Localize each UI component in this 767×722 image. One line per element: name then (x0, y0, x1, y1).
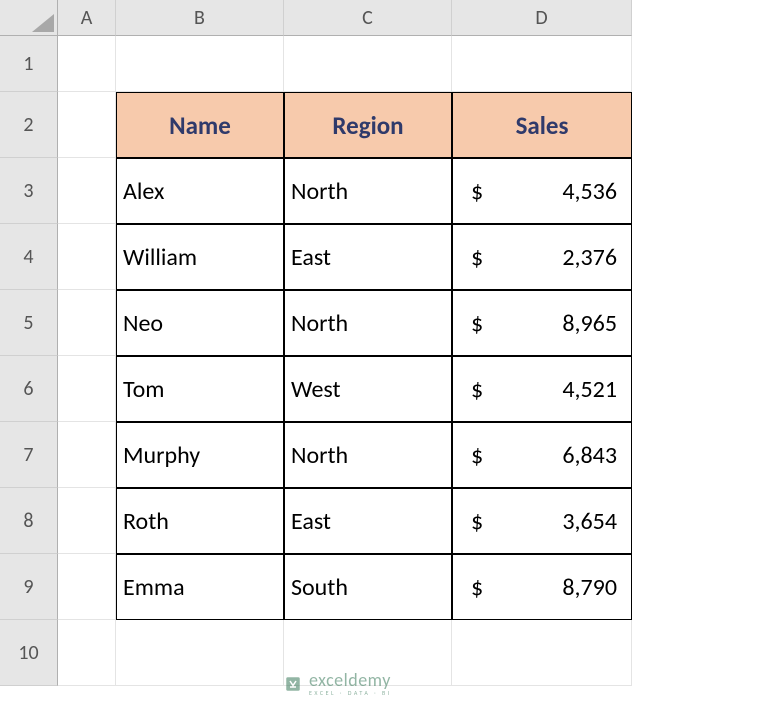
cell-d1[interactable] (452, 36, 632, 92)
currency-symbol: $ (471, 441, 483, 470)
col-header-d[interactable]: D (452, 0, 632, 36)
cell-a1[interactable] (58, 36, 116, 92)
cell-name[interactable]: Tom (116, 356, 284, 422)
cell-sales[interactable]: $ 8,965 (452, 290, 632, 356)
sales-amount: 8,965 (562, 309, 617, 338)
currency-symbol: $ (471, 507, 483, 536)
col-header-a[interactable]: A (58, 0, 116, 36)
row-header-2[interactable]: 2 (0, 92, 58, 158)
row-header-4[interactable]: 4 (0, 224, 58, 290)
cell-a4[interactable] (58, 224, 116, 290)
spreadsheet-grid: A B C D 1 2 Name Region Sales 3 Alex Nor… (0, 0, 767, 686)
currency-symbol: $ (471, 573, 483, 602)
sales-amount: 6,843 (562, 441, 617, 470)
cell-sales[interactable]: $ 2,376 (452, 224, 632, 290)
currency-symbol: $ (471, 177, 483, 206)
cell-name[interactable]: William (116, 224, 284, 290)
sales-amount: 4,536 (562, 177, 617, 206)
cell-region[interactable]: North (284, 158, 452, 224)
cell-d10[interactable] (452, 620, 632, 686)
cell-a10[interactable] (58, 620, 116, 686)
table-header-sales[interactable]: Sales (452, 92, 632, 158)
exceldemy-logo-icon (284, 675, 302, 693)
cell-region[interactable]: East (284, 224, 452, 290)
cell-sales[interactable]: $ 8,790 (452, 554, 632, 620)
table-header-region[interactable]: Region (284, 92, 452, 158)
col-header-c[interactable]: C (284, 0, 452, 36)
currency-symbol: $ (471, 309, 483, 338)
cell-a6[interactable] (58, 356, 116, 422)
sales-amount: 2,376 (562, 243, 617, 272)
cell-region[interactable]: South (284, 554, 452, 620)
cell-b1[interactable] (116, 36, 284, 92)
row-header-6[interactable]: 6 (0, 356, 58, 422)
row-header-9[interactable]: 9 (0, 554, 58, 620)
row-header-1[interactable]: 1 (0, 36, 58, 92)
sales-amount: 3,654 (562, 507, 617, 536)
row-header-8[interactable]: 8 (0, 488, 58, 554)
cell-name[interactable]: Roth (116, 488, 284, 554)
cell-a8[interactable] (58, 488, 116, 554)
watermark-text: exceldemy EXCEL · DATA · BI (309, 671, 392, 696)
watermark: exceldemy EXCEL · DATA · BI (284, 671, 392, 696)
row-header-5[interactable]: 5 (0, 290, 58, 356)
cell-sales[interactable]: $ 4,536 (452, 158, 632, 224)
cell-a3[interactable] (58, 158, 116, 224)
cell-region[interactable]: West (284, 356, 452, 422)
cell-sales[interactable]: $ 4,521 (452, 356, 632, 422)
cell-sales[interactable]: $ 6,843 (452, 422, 632, 488)
cell-name[interactable]: Murphy (116, 422, 284, 488)
cell-a9[interactable] (58, 554, 116, 620)
cell-a2[interactable] (58, 92, 116, 158)
sales-amount: 8,790 (562, 573, 617, 602)
cell-sales[interactable]: $ 3,654 (452, 488, 632, 554)
cell-region[interactable]: North (284, 290, 452, 356)
col-header-b[interactable]: B (116, 0, 284, 36)
watermark-sub: EXCEL · DATA · BI (309, 690, 392, 696)
cell-region[interactable]: East (284, 488, 452, 554)
cell-a7[interactable] (58, 422, 116, 488)
currency-symbol: $ (471, 375, 483, 404)
cell-region[interactable]: North (284, 422, 452, 488)
cell-a5[interactable] (58, 290, 116, 356)
cell-name[interactable]: Emma (116, 554, 284, 620)
cell-b10[interactable] (116, 620, 284, 686)
cell-c1[interactable] (284, 36, 452, 92)
sales-amount: 4,521 (562, 375, 617, 404)
row-header-7[interactable]: 7 (0, 422, 58, 488)
row-header-10[interactable]: 10 (0, 620, 58, 686)
currency-symbol: $ (471, 243, 483, 272)
select-all-corner[interactable] (0, 0, 58, 36)
cell-name[interactable]: Neo (116, 290, 284, 356)
table-header-name[interactable]: Name (116, 92, 284, 158)
watermark-main: exceldemy (309, 671, 392, 689)
row-header-3[interactable]: 3 (0, 158, 58, 224)
cell-name[interactable]: Alex (116, 158, 284, 224)
